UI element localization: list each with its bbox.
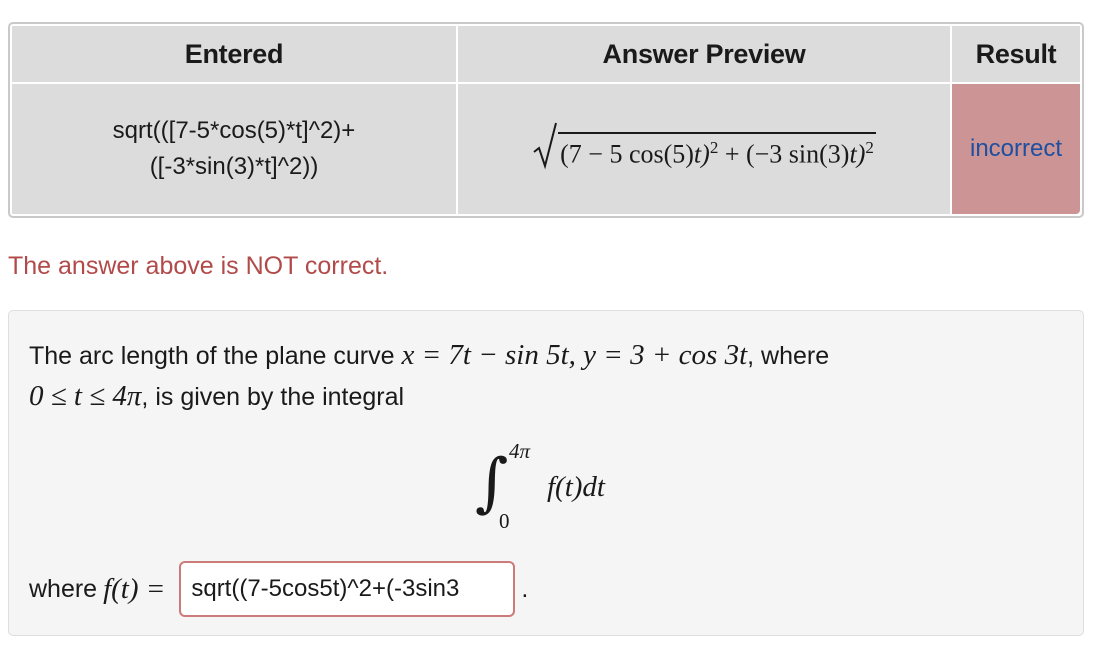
results-table: Entered Answer Preview Result sqrt(([7-5… <box>10 24 1082 216</box>
results-row: sqrt(([7-5*cos(5)*t]^2)+ ([-3*sin(3)*t]^… <box>12 84 1080 214</box>
curve-equations: x = 7t − sin 5t, y = 3 + cos 3t <box>401 339 748 371</box>
f-of-t-label: f(t) = <box>103 572 166 605</box>
results-header-row: Entered Answer Preview Result <box>12 26 1080 82</box>
preview-part-3: + (−3 sin(3) <box>718 139 850 169</box>
integrand: f(t)dt <box>547 471 605 503</box>
integral-lower-limit: 0 <box>499 509 510 533</box>
answer-input[interactable] <box>179 561 516 617</box>
feedback-message: The answer above is NOT correct. <box>8 252 389 280</box>
results-table-container: Entered Answer Preview Result sqrt(([7-5… <box>8 22 1084 218</box>
preview-part-1: (7 − 5 cos(5) <box>560 139 694 169</box>
integral-expression: ∫ 4π 0 f(t)dt <box>469 439 689 533</box>
period: . <box>521 574 529 603</box>
where-label: where <box>29 574 98 603</box>
entered-line-1: sqrt(([7-5*cos(5)*t]^2)+ <box>112 117 356 144</box>
preview-part-4: t) <box>849 139 866 169</box>
header-answer-preview: Answer Preview <box>458 26 950 82</box>
integral-upper-limit: 4π <box>509 439 531 463</box>
answer-preview-cell: (7 − 5 cos(5)t)2 + (−3 sin(3)t)2 <box>458 84 950 214</box>
radical-sign-icon <box>532 122 558 170</box>
header-result: Result <box>952 26 1080 82</box>
problem-text-b: , where <box>747 342 830 370</box>
entered-line-2: ([-3*sin(3)*t]^2)) <box>149 153 319 180</box>
parameter-range: 0 ≤ t ≤ 4π <box>29 380 142 412</box>
problem-text-c: , is given by the integral <box>141 383 405 411</box>
preview-part-2: t) <box>693 139 710 169</box>
answer-line: where f(t) = . <box>29 561 528 617</box>
header-entered: Entered <box>12 26 456 82</box>
problem-box: The arc length of the plane curve x = 7t… <box>8 310 1084 636</box>
entered-cell: sqrt(([7-5*cos(5)*t]^2)+ ([-3*sin(3)*t]^… <box>12 84 456 214</box>
result-cell-incorrect: incorrect <box>952 84 1080 214</box>
problem-text-a: The arc length of the plane curve <box>29 342 402 370</box>
problem-statement: The arc length of the plane curve x = 7t… <box>29 335 829 417</box>
answer-preview-math: (7 − 5 cos(5)t)2 + (−3 sin(3)t)2 <box>532 122 876 170</box>
radicand: (7 − 5 cos(5)t)2 + (−3 sin(3)t)2 <box>558 131 876 170</box>
preview-exp-2: 2 <box>865 137 874 157</box>
